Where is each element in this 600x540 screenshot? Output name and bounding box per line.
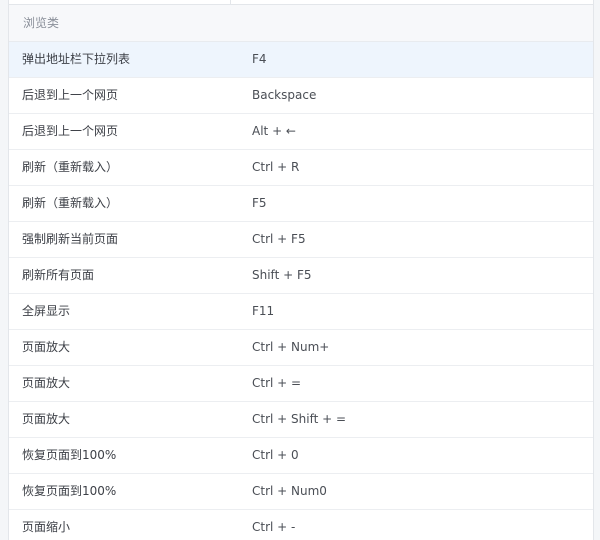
row-action: 后退到上一个网页	[22, 88, 119, 102]
row-shortcut: Ctrl + -	[252, 520, 296, 534]
row-shortcut: F5	[252, 196, 267, 210]
row-action: 页面放大	[22, 340, 71, 354]
row-action: 恢复页面到100%	[22, 484, 117, 498]
table-row[interactable]: 刷新（重新载入） F5	[9, 186, 593, 222]
table-row[interactable]: 恢复页面到100% Ctrl + Num0	[9, 474, 593, 510]
row-action: 页面放大	[22, 376, 71, 390]
row-shortcut: Shift + F5	[252, 268, 312, 282]
row-shortcut: Ctrl + Num0	[252, 484, 327, 498]
table-top-edge	[9, 0, 593, 5]
table-row[interactable]: 弹出地址栏下拉列表 F4	[9, 42, 593, 78]
row-action: 刷新所有页面	[22, 268, 95, 282]
table-row[interactable]: 页面缩小 Ctrl + -	[9, 510, 593, 540]
table-row[interactable]: 刷新（重新载入） Ctrl + R	[9, 150, 593, 186]
table-row[interactable]: 后退到上一个网页 Alt + ←	[9, 114, 593, 150]
row-shortcut: Alt + ←	[252, 124, 296, 138]
table-row[interactable]: 刷新所有页面 Shift + F5	[9, 258, 593, 294]
section-header-browse: 浏览类	[9, 5, 593, 42]
table-row[interactable]: 页面放大 Ctrl + Shift + =	[9, 402, 593, 438]
row-shortcut: Ctrl + R	[252, 160, 300, 174]
row-shortcut: Ctrl + Shift + =	[252, 412, 347, 426]
table-row[interactable]: 页面放大 Ctrl + Num+	[9, 330, 593, 366]
table-row[interactable]: 强制刷新当前页面 Ctrl + F5	[9, 222, 593, 258]
row-shortcut: F4	[252, 52, 267, 66]
row-action: 强制刷新当前页面	[22, 232, 119, 246]
column-divider	[230, 0, 231, 4]
row-shortcut: Ctrl + F5	[252, 232, 306, 246]
row-action: 刷新（重新载入）	[22, 160, 119, 174]
row-shortcut: Ctrl + Num+	[252, 340, 330, 354]
row-action: 全屏显示	[22, 304, 71, 318]
row-action: 页面放大	[22, 412, 71, 426]
table-row[interactable]: 恢复页面到100% Ctrl + 0	[9, 438, 593, 474]
row-action: 刷新（重新载入）	[22, 196, 119, 210]
row-action: 后退到上一个网页	[22, 124, 119, 138]
row-shortcut: Backspace	[252, 88, 317, 102]
table-row[interactable]: 后退到上一个网页 Backspace	[9, 78, 593, 114]
table-row[interactable]: 全屏显示 F11	[9, 294, 593, 330]
row-action: 页面缩小	[22, 520, 71, 534]
row-shortcut: Ctrl + =	[252, 376, 302, 390]
shortcut-table: 浏览类 弹出地址栏下拉列表 F4 后退到上一个网页 Backspace 后退到上…	[8, 0, 594, 540]
row-shortcut: F11	[252, 304, 275, 318]
table-row[interactable]: 页面放大 Ctrl + =	[9, 366, 593, 402]
row-action: 弹出地址栏下拉列表	[22, 52, 131, 66]
row-action: 恢复页面到100%	[22, 448, 117, 462]
row-shortcut: Ctrl + 0	[252, 448, 299, 462]
